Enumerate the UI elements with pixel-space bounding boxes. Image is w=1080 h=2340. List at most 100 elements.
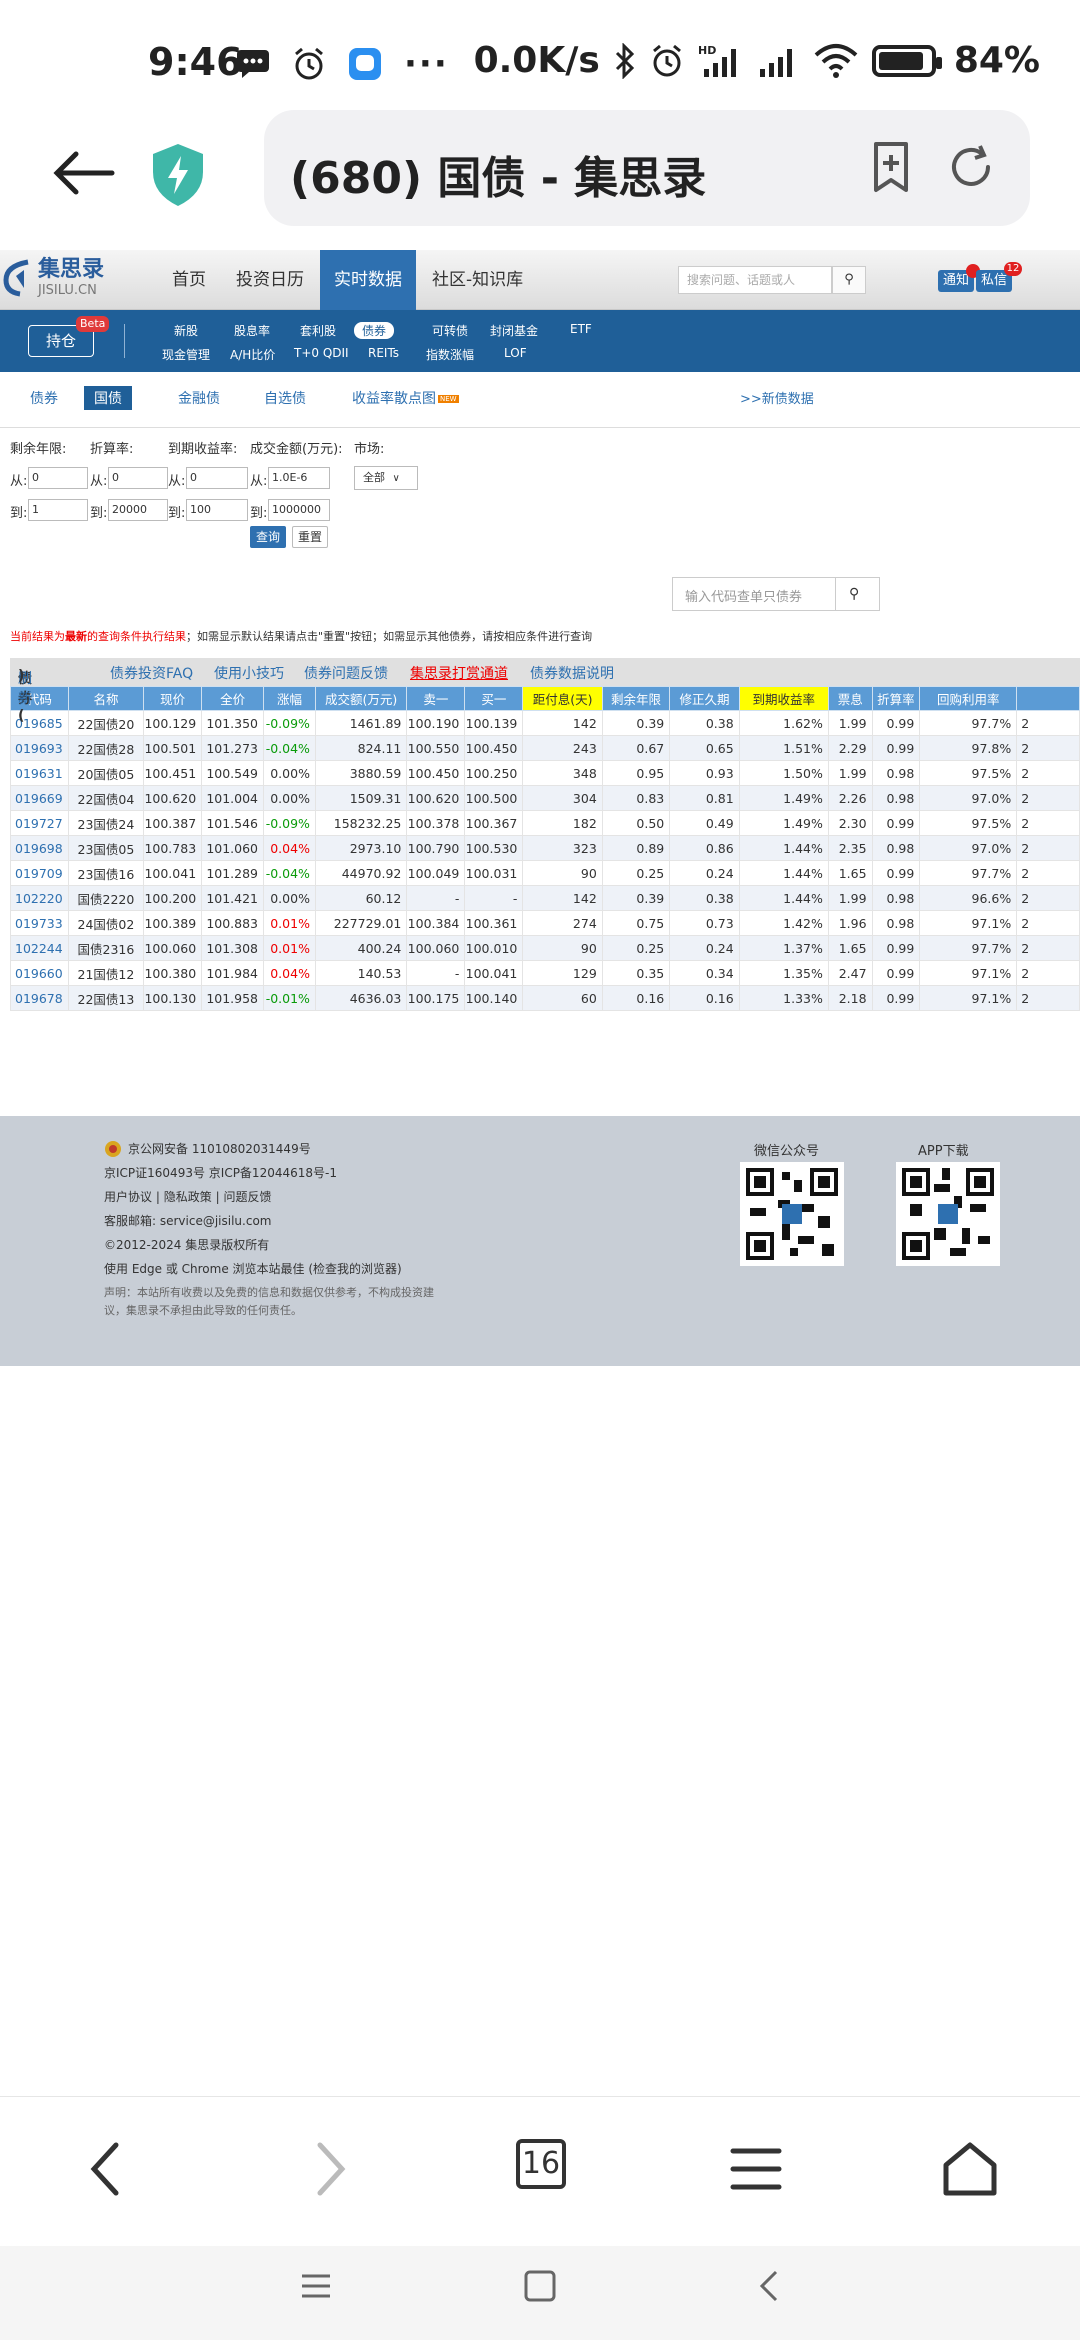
column-header[interactable]: 到期收益率 (738, 686, 829, 711)
subnav-reits[interactable]: REITs (368, 346, 399, 360)
new-bond-data-link[interactable]: >>新债数据 (740, 388, 814, 407)
subnav-ah-ratio[interactable]: A/H比价 (230, 346, 275, 363)
column-header[interactable]: 成交额(万元) (314, 686, 408, 711)
column-header[interactable]: 折算率 (871, 686, 921, 711)
table-row[interactable]: 019631 20国债05 100.451 100.549 0.00% 3880.59 10… (10, 760, 1080, 786)
table-row[interactable]: 102244 国债2316 100.060 101.308 0.01% 400.24 100… (10, 935, 1080, 961)
reload-icon[interactable] (944, 140, 998, 194)
column-header[interactable]: 修正久期 (669, 686, 740, 711)
table-cell: 90 (522, 935, 603, 961)
browser-back-button[interactable] (44, 140, 124, 214)
column-header[interactable]: 现价 (143, 686, 203, 711)
table-row[interactable]: 019678 22国债13 100.130 101.958 -0.01% 4636.03 1… (10, 985, 1080, 1011)
browser-forward-nav[interactable] (290, 2139, 370, 2209)
column-header[interactable]: 全价 (201, 686, 265, 711)
search-icon[interactable]: ⚲ (849, 586, 859, 602)
subnav-dividend-yield[interactable]: 股息率 (234, 322, 270, 339)
footer-feedback-link[interactable]: 问题反馈 (223, 1190, 271, 1204)
subnav-arbitrage[interactable]: 套利股 (300, 322, 336, 339)
column-header[interactable]: 涨幅 (263, 686, 316, 711)
bond-code-link[interactable]: 019709 (10, 860, 69, 886)
table-row[interactable]: 019693 22国债28 100.501 101.273 -0.04% 824.11 10… (10, 735, 1080, 761)
table-row[interactable]: 019733 24国债02 100.389 100.883 0.01% 227729.01… (10, 910, 1080, 936)
tab-bonds[interactable]: 债券 (30, 388, 58, 408)
column-header[interactable]: 距付息(天) (522, 686, 603, 711)
privacy-policy-link[interactable]: 隐私政策 (164, 1190, 212, 1204)
filter-ytm-from[interactable]: 0 (186, 467, 248, 489)
bond-code-link[interactable]: 019678 (10, 985, 69, 1011)
tips-link[interactable]: 使用小技巧 (214, 663, 284, 683)
column-header[interactable]: 回购利用率 (919, 686, 1018, 711)
site-logo[interactable]: 集思录 JISILU.CN (2, 258, 104, 298)
subnav-cash-management[interactable]: 现金管理 (162, 346, 210, 363)
icp-record[interactable]: 京ICP证160493号 京ICP备12044618号-1 (104, 1164, 337, 1181)
query-button[interactable]: 查询 (250, 526, 287, 548)
bond-code-link[interactable]: 019669 (10, 785, 69, 811)
subnav-etf[interactable]: ETF (570, 322, 592, 336)
tip-channel-link[interactable]: 集思录打赏通道 (410, 663, 508, 683)
table-row[interactable]: 019727 23国债24 100.387 101.546 -0.09% 158232.2… (10, 810, 1080, 836)
column-header[interactable]: 卖一 (406, 686, 466, 711)
tab-yield-scatter[interactable]: 收益率散点图 NEW (352, 388, 459, 408)
feedback-link[interactable]: 债券问题反馈 (304, 663, 388, 683)
subnav-closed-fund[interactable]: 封闭基金 (490, 322, 538, 339)
filter-rate-to[interactable]: 20000 (108, 499, 168, 521)
user-agreement-link[interactable]: 用户协议 (104, 1190, 152, 1204)
security-shield-icon[interactable] (150, 142, 206, 208)
filter-turnover-from[interactable]: 1.0E-6 (268, 467, 330, 489)
tab-financial-bonds[interactable]: 金融债 (178, 388, 220, 408)
filter-ytm-to[interactable]: 100 (186, 499, 248, 521)
column-header[interactable]: 票息 (827, 686, 873, 711)
site-search-input[interactable]: 搜索问题、话题或人 (678, 266, 832, 294)
system-home-button[interactable] (522, 2268, 558, 2314)
browser-home-button[interactable] (930, 2139, 1010, 2209)
bond-code-link[interactable]: 102220 (10, 885, 69, 911)
bond-code-search[interactable]: 输入代码查单只债券 ⚲ (672, 577, 880, 611)
nav-realtime-data[interactable]: 实时数据 (320, 250, 416, 310)
bond-code-link[interactable]: 102244 (10, 935, 69, 961)
nav-home[interactable]: 首页 (172, 250, 206, 310)
subnav-lof[interactable]: LOF (504, 346, 527, 360)
market-select[interactable]: 全部 ∨ (354, 466, 418, 490)
bond-code-link[interactable]: 019660 (10, 960, 69, 986)
bond-code-link[interactable]: 019693 (10, 735, 69, 761)
address-bar[interactable]: (680) 国债 - 集思录 (264, 110, 1030, 226)
subnav-bonds[interactable]: 债券 (354, 322, 395, 339)
system-recents-button[interactable] (298, 2268, 334, 2314)
subnav-ipo[interactable]: 新股 (174, 322, 198, 339)
column-header[interactable]: 买一 (464, 686, 524, 711)
add-bookmark-icon[interactable] (864, 140, 918, 194)
tab-watchlist-bonds[interactable]: 自选债 (264, 388, 306, 408)
bond-faq-link[interactable]: 债券投资FAQ (110, 663, 193, 683)
table-row[interactable]: 019709 23国债16 100.041 101.289 -0.04% 44970.92… (10, 860, 1080, 886)
bond-code-link[interactable]: 019698 (10, 835, 69, 861)
tabs-count-button[interactable]: 16 (516, 2139, 566, 2189)
bond-code-link[interactable]: 019631 (10, 760, 69, 786)
table-row[interactable]: 019685 22国债20 100.129 101.350 -0.09% 1461.89 1… (10, 710, 1080, 736)
tab-treasury[interactable]: 国债 (84, 386, 132, 410)
subnav-convertible[interactable]: 可转债 (432, 322, 468, 339)
filter-rate-from[interactable]: 0 (108, 467, 168, 489)
public-security-record[interactable]: 京公网安备 11010802031449号 (128, 1140, 311, 1157)
nav-community[interactable]: 社区-知识库 (432, 250, 523, 310)
bond-code-link[interactable]: 019727 (10, 810, 69, 836)
filter-years-from[interactable]: 0 (28, 467, 88, 489)
system-back-button[interactable] (752, 2268, 788, 2314)
site-search-button[interactable]: ⚲ (832, 266, 866, 294)
subnav-index-change[interactable]: 指数涨幅 (426, 346, 474, 363)
filter-turnover-to[interactable]: 1000000 (268, 499, 330, 521)
column-header[interactable]: 剩余年限 (601, 686, 671, 711)
reset-button[interactable]: 重置 (292, 526, 329, 548)
subnav-qdii[interactable]: T+0 QDII (294, 346, 349, 360)
nav-investment-calendar[interactable]: 投资日历 (236, 250, 304, 310)
browser-back-nav[interactable] (66, 2139, 146, 2209)
table-row[interactable]: 019660 21国债12 100.380 101.984 0.04% 140.53-10… (10, 960, 1080, 986)
table-row[interactable]: 102220 国债2220 100.200 101.421 0.00% 60.12- -14… (10, 885, 1080, 911)
column-header[interactable]: 名称 (67, 686, 145, 711)
browser-menu-button[interactable] (716, 2139, 796, 2209)
table-row[interactable]: 019669 22国债04 100.620 101.004 0.00% 1509.31 10… (10, 785, 1080, 811)
bond-data-help-link[interactable]: 债券数据说明 (530, 663, 614, 683)
bond-code-link[interactable]: 019733 (10, 910, 69, 936)
filter-years-to[interactable]: 1 (28, 499, 88, 521)
table-row[interactable]: 019698 23国债05 100.783 101.060 0.04% 2973.10 10… (10, 835, 1080, 861)
